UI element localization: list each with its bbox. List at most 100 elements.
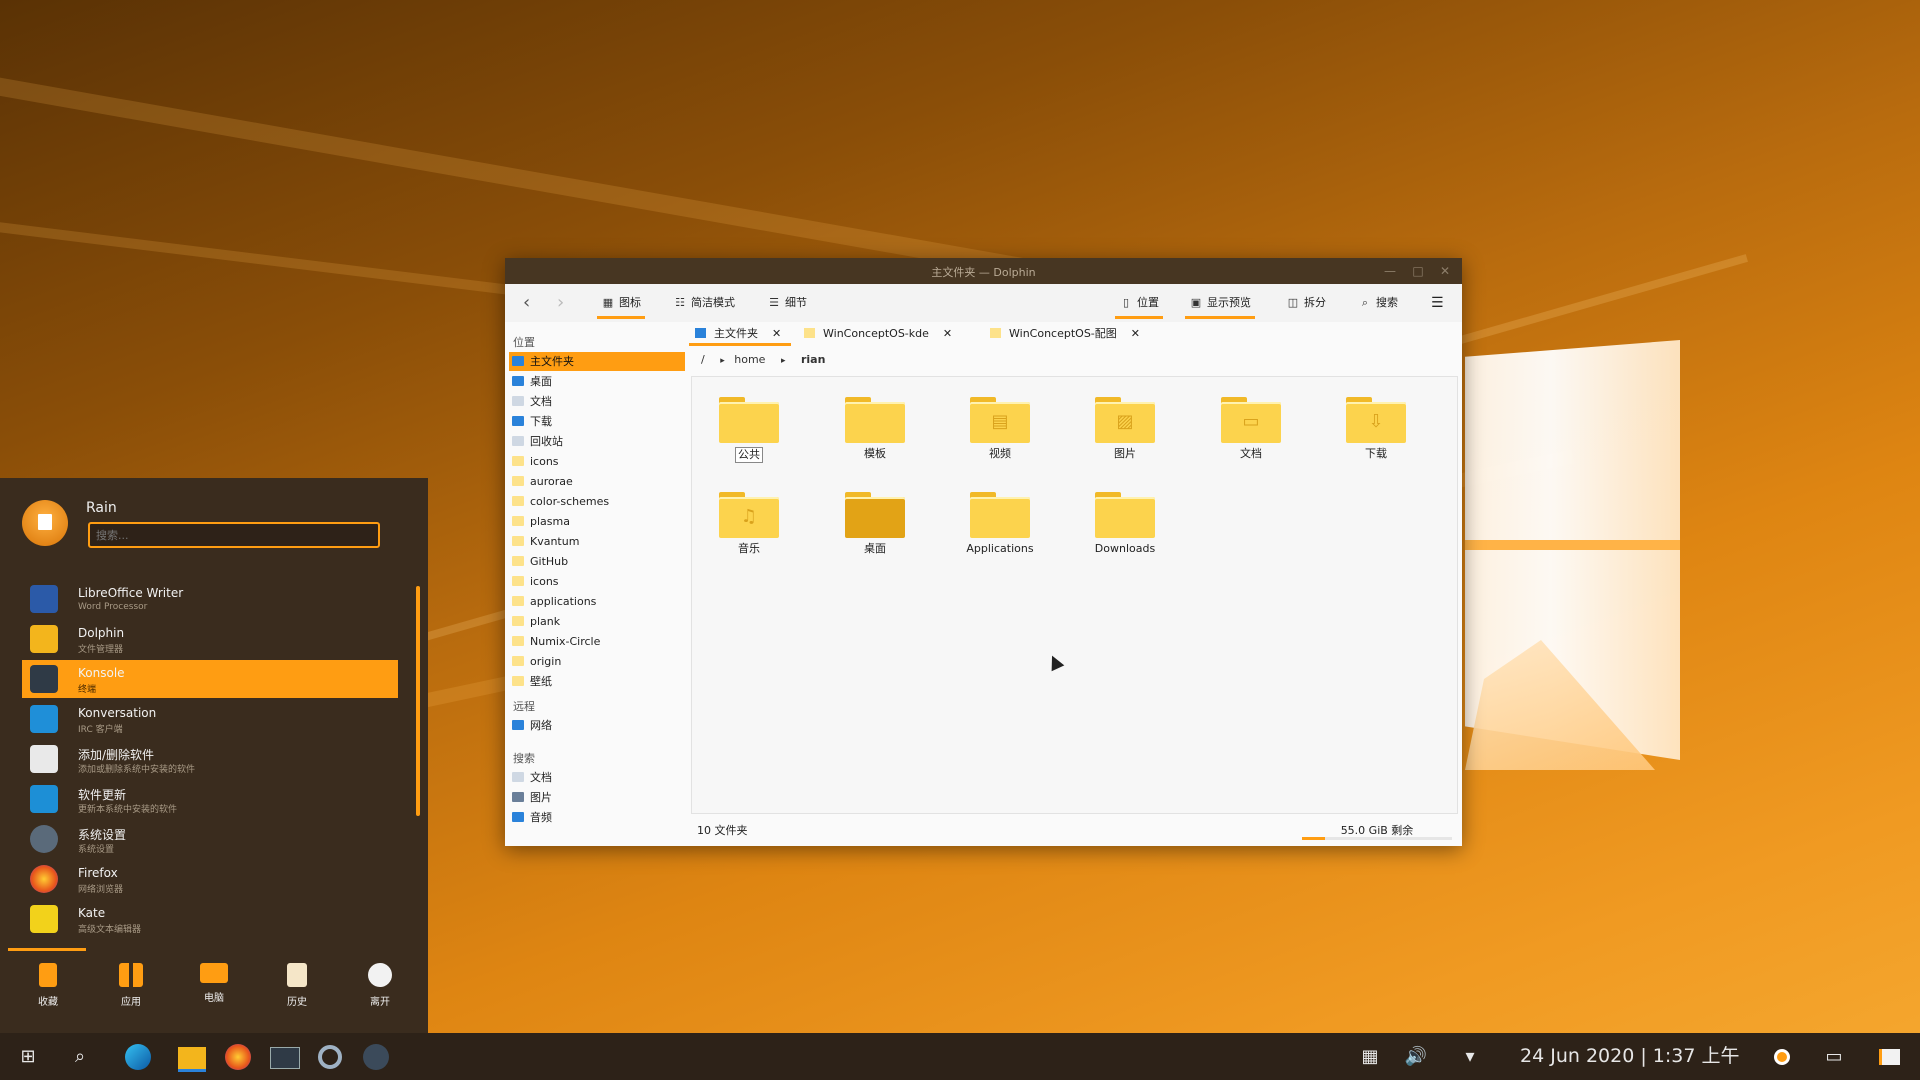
start-search-input[interactable] [88, 522, 380, 548]
firefox-icon[interactable] [222, 1041, 254, 1073]
breadcrumb-separator-icon[interactable]: ▸ [720, 356, 725, 366]
app-item-firefox[interactable]: Firefox 网络浏览器 [22, 860, 398, 898]
applications-tab[interactable]: 应用 [101, 963, 161, 1008]
breadcrumb-separator-icon[interactable]: ▸ [781, 356, 786, 366]
breadcrumb-item-current[interactable]: rian [801, 353, 825, 366]
place-item-network[interactable]: 网络 [509, 716, 685, 735]
hamburger-menu-button[interactable]: ☰ [1425, 284, 1450, 322]
window-switcher-icon[interactable]: ▭ [1818, 1041, 1850, 1073]
folder-item[interactable]: ♫ 音乐 [699, 492, 799, 556]
edge-browser-icon[interactable] [122, 1041, 154, 1073]
search-item-audio[interactable]: 音频 [509, 808, 685, 827]
favorites-tab[interactable]: 收藏 [18, 963, 78, 1008]
place-item-folder[interactable]: GitHub [509, 552, 685, 571]
folder-item[interactable]: Downloads [1075, 492, 1175, 556]
folder-item[interactable]: ▭ 文档 [1201, 397, 1301, 461]
folder-item[interactable]: 公共 [699, 397, 799, 463]
file-manager-icon[interactable] [176, 1041, 208, 1073]
app-item-kate[interactable]: Kate 高级文本编辑器 [22, 900, 398, 938]
app-item-software-manager[interactable]: 添加/删除软件 添加或删除系统中安装的软件 [22, 740, 398, 778]
tab-winconceptos-images[interactable]: WinConceptOS-配图 ✕ [990, 322, 1140, 346]
disk-usage-bar [1302, 837, 1452, 840]
folder-icon [512, 496, 524, 506]
desktop-grid-icon[interactable]: ▦ [1354, 1041, 1386, 1073]
folder-icon [512, 616, 524, 626]
folder-item[interactable]: 桌面 [825, 492, 925, 556]
wifi-icon[interactable]: ▾ [1454, 1041, 1486, 1073]
place-item-desktop[interactable]: 桌面 [509, 372, 685, 391]
app-item-konversation[interactable]: Konversation IRC 客户端 [22, 700, 398, 738]
tab-bar: 主文件夹 ✕ WinConceptOS-kde ✕ WinConceptOS-配图 ✕ [689, 322, 1462, 346]
volume-icon[interactable]: 🔊 [1400, 1041, 1432, 1073]
start-windows-icon[interactable]: ⊞ [12, 1041, 44, 1073]
place-item-folder[interactable]: Numix-Circle [509, 632, 685, 651]
preview-button[interactable]: ▣ 显示预览 [1183, 284, 1257, 322]
app-item-system-settings[interactable]: 系统设置 系统设置 [22, 820, 398, 858]
app-item-software-update[interactable]: 软件更新 更新本系统中安装的软件 [22, 780, 398, 818]
breadcrumb-root[interactable]: / [701, 353, 705, 366]
breadcrumb-item[interactable]: home [734, 353, 765, 366]
taskbar-clock[interactable]: 24 Jun 2020 | 1:37 上午 [1520, 1033, 1739, 1080]
place-item-home[interactable]: 主文件夹 [509, 352, 685, 371]
computer-tab[interactable]: 电脑 [184, 963, 244, 1004]
leave-tab[interactable]: 离开 [350, 963, 410, 1008]
record-icon[interactable] [1766, 1041, 1798, 1073]
close-tab-icon[interactable]: ✕ [943, 327, 952, 340]
folder-item[interactable]: 模板 [825, 397, 925, 461]
place-item-folder[interactable]: applications [509, 592, 685, 611]
folder-item[interactable]: ▨ 图片 [1075, 397, 1175, 461]
app-description: Word Processor [78, 602, 148, 612]
place-item-folder[interactable]: plank [509, 612, 685, 631]
notifications-icon[interactable] [1872, 1041, 1904, 1073]
close-button[interactable]: ✕ [1437, 263, 1453, 279]
window-titlebar[interactable]: 主文件夹 — Dolphin — □ ✕ [505, 258, 1462, 284]
tab-winconceptos-kde[interactable]: WinConceptOS-kde ✕ [804, 322, 952, 346]
place-item-folder[interactable]: color-schemes [509, 492, 685, 511]
app-item-konsole[interactable]: Konsole 终端 [22, 660, 398, 698]
package-icon [30, 745, 58, 773]
place-label: 桌面 [530, 375, 552, 388]
app-list-scrollbar[interactable] [416, 586, 420, 816]
discover-icon[interactable] [360, 1041, 392, 1073]
history-tab[interactable]: 历史 [267, 963, 327, 1008]
place-item-folder[interactable]: plasma [509, 512, 685, 531]
view-icons-label: 图标 [619, 296, 641, 309]
place-label: 下载 [530, 415, 552, 428]
app-item-libreoffice-writer[interactable]: LibreOffice Writer Word Processor [22, 580, 398, 618]
folder-item[interactable]: ▤ 视频 [950, 397, 1050, 461]
search-button[interactable]: ⌕ 搜索 [1352, 284, 1404, 322]
split-button[interactable]: ◫ 拆分 [1280, 284, 1332, 322]
maximize-button[interactable]: □ [1410, 263, 1426, 279]
place-item-folder[interactable]: Kvantum [509, 532, 685, 551]
forward-button[interactable]: › [551, 284, 570, 322]
close-tab-icon[interactable]: ✕ [772, 327, 781, 340]
place-item-folder[interactable]: aurorae [509, 472, 685, 491]
close-tab-icon[interactable]: ✕ [1131, 327, 1140, 340]
place-item-folder[interactable]: origin [509, 652, 685, 671]
user-avatar[interactable] [22, 500, 68, 546]
place-item-folder[interactable]: icons [509, 572, 685, 591]
place-item-downloads[interactable]: 下载 [509, 412, 685, 431]
view-icons-button[interactable]: ▦ 图标 [595, 284, 647, 322]
view-compact-button[interactable]: ☷ 简洁模式 [667, 284, 741, 322]
settings-gear-icon[interactable] [314, 1041, 346, 1073]
file-view[interactable]: 公共 模板 ▤ 视频 ▨ 图片 ▭ 文档 ⇩ 下载 ♫ 音乐 桌面 Applic… [691, 376, 1458, 814]
place-item-documents[interactable]: 文档 [509, 392, 685, 411]
search-item-images[interactable]: 图片 [509, 788, 685, 807]
app-item-dolphin[interactable]: Dolphin 文件管理器 [22, 620, 398, 658]
place-item-folder[interactable]: 壁纸 [509, 672, 685, 691]
view-details-button[interactable]: ☰ 细节 [761, 284, 813, 322]
folder-item[interactable]: Applications [950, 492, 1050, 556]
terminal-icon[interactable] [268, 1041, 300, 1073]
back-button[interactable]: ‹ [517, 284, 536, 322]
place-item-folder[interactable]: icons [509, 452, 685, 471]
tab-home[interactable]: 主文件夹 ✕ [689, 322, 791, 346]
folder-item[interactable]: ⇩ 下载 [1326, 397, 1426, 461]
computer-label: 电脑 [204, 993, 224, 1004]
location-button[interactable]: ▯ 位置 [1113, 284, 1165, 322]
window-title: 主文件夹 — Dolphin [931, 266, 1036, 279]
search-icon[interactable]: ⌕ [64, 1041, 96, 1073]
place-item-trash[interactable]: 回收站 [509, 432, 685, 451]
search-item-documents[interactable]: 文档 [509, 768, 685, 787]
minimize-button[interactable]: — [1382, 263, 1398, 279]
